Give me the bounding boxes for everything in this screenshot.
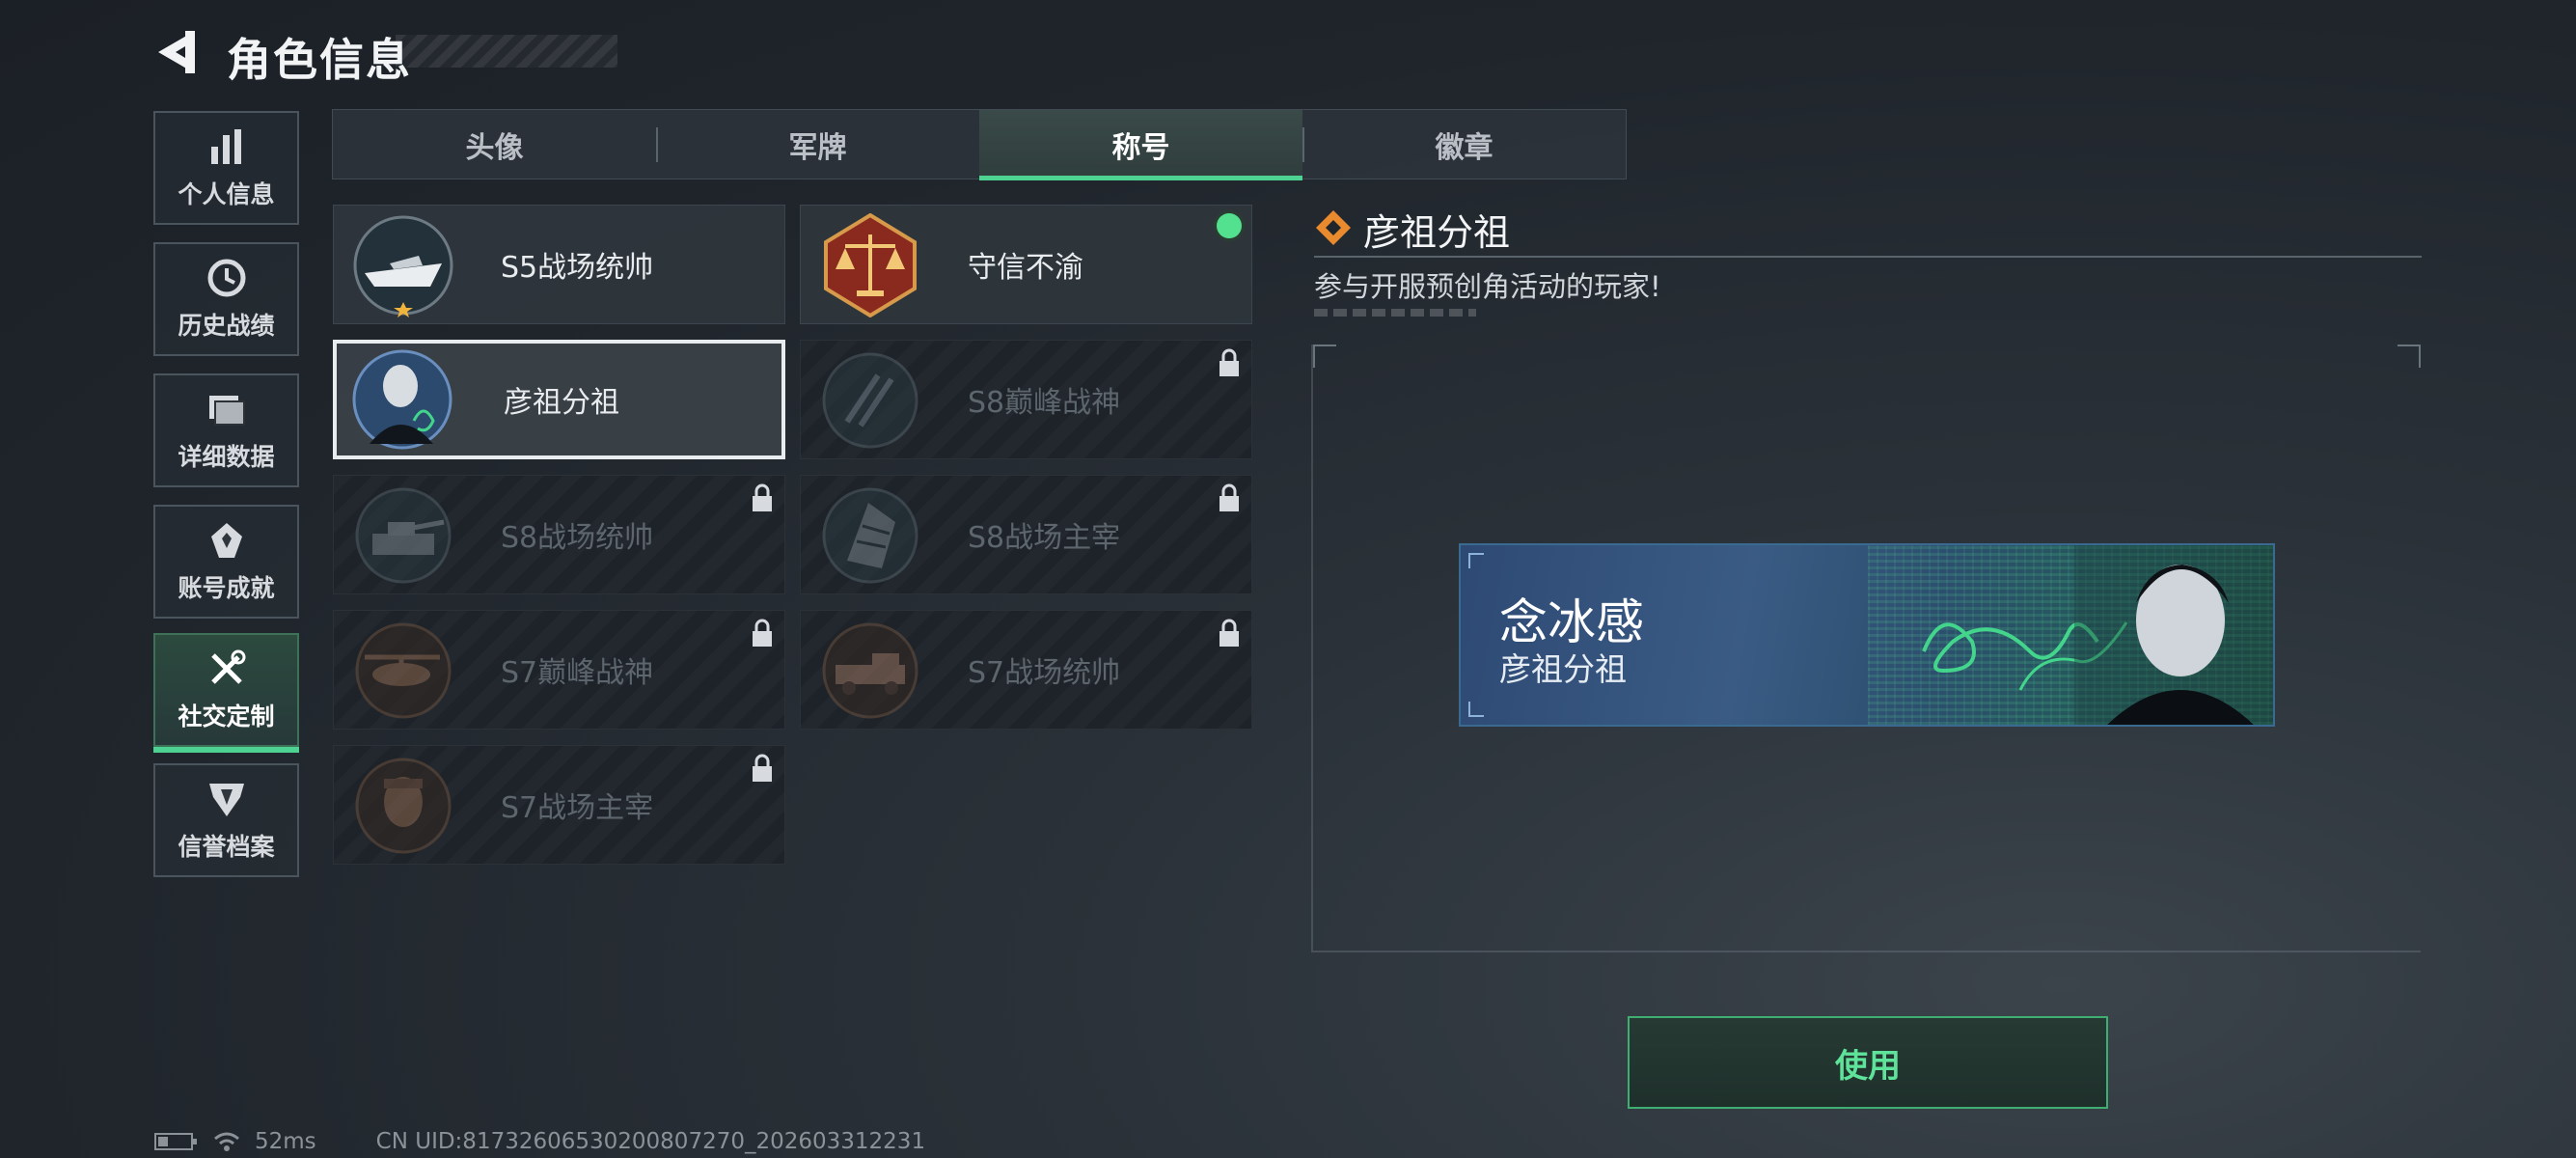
nav-item-social-custom[interactable]: 社交定制 (153, 633, 299, 753)
portrait-graphic (2074, 545, 2273, 725)
lock-icon (1219, 483, 1239, 511)
use-button[interactable]: 使用 (1628, 1016, 2108, 1109)
nav-item-history[interactable]: 历史战绩 (153, 242, 299, 356)
title-card[interactable]: S8巅峰战神 (800, 340, 1252, 459)
status-bar: 52ms CN UID:81732606530200807270_2026033… (154, 1129, 925, 1154)
title-name: 彦祖分祖 (504, 386, 619, 420)
shield-icon (208, 784, 244, 816)
folder-icon (208, 396, 245, 426)
detail-title: 彦祖分祖 (1363, 211, 1511, 254)
nav-item-label: 个人信息 (178, 180, 275, 208)
nav-item-label: 信誉档案 (178, 833, 275, 861)
nameplate-preview: 念冰感 彦祖分祖 (1459, 543, 2275, 727)
title-decoration (396, 35, 617, 68)
title-name: S7巅峰战神 (501, 656, 654, 690)
nav-item-label: 详细数据 (178, 443, 275, 471)
bar-chart-icon (210, 129, 241, 164)
title-name: S8战场统帅 (501, 521, 654, 555)
category-tabs: 头像 军牌 称号 徽章 (332, 109, 1627, 180)
title-card[interactable]: S5战场统帅 (333, 205, 785, 324)
detail-description: 参与开服预创角活动的玩家! (1314, 270, 1661, 303)
battery-icon (154, 1133, 197, 1150)
nav-item-label: 历史战绩 (178, 312, 275, 340)
nav-item-achievements[interactable]: 账号成就 (153, 505, 299, 619)
tools-icon (210, 649, 245, 684)
back-arrow-icon[interactable] (152, 27, 203, 77)
lock-icon (753, 754, 772, 782)
medal-icon (210, 523, 242, 558)
tank-emblem-icon (355, 487, 452, 584)
title-card[interactable]: S8战场统帅 (333, 475, 785, 594)
portrait-emblem-icon (352, 349, 452, 450)
soldier-emblem-icon (355, 758, 452, 854)
nav-item-label: 社交定制 (178, 703, 275, 731)
lock-icon (753, 483, 772, 511)
tab-title[interactable]: 称号 (979, 110, 1302, 180)
speedboat-emblem-icon (353, 215, 453, 317)
nav-item-label: 账号成就 (178, 574, 275, 602)
wifi-icon (214, 1132, 239, 1151)
title-card[interactable]: S7战场统帅 (800, 610, 1252, 730)
uid-text: CN UID:81732606530200807270_202603312231 (375, 1129, 926, 1154)
title-name: S8战场主宰 (968, 521, 1121, 555)
clock-icon (207, 259, 245, 297)
detail-subtext-placeholder (1314, 309, 1476, 317)
heli-emblem-icon (355, 622, 452, 719)
title-name: S7战场统帅 (968, 656, 1121, 690)
nav-item-personal-info[interactable]: 个人信息 (153, 111, 299, 225)
title-card[interactable]: 守信不渝 (800, 205, 1252, 324)
claw-emblem-icon (822, 352, 918, 449)
title-name: S5战场统帅 (501, 251, 654, 285)
title-card[interactable]: S7战场主宰 (333, 745, 785, 865)
latency-text: 52ms (255, 1129, 316, 1154)
diamond-icon (1316, 210, 1351, 245)
equipped-indicator (1217, 213, 1242, 238)
lock-icon (753, 619, 772, 647)
title-name: S8巅峰战神 (968, 386, 1121, 420)
nav-item-reputation[interactable]: 信誉档案 (153, 763, 299, 877)
lock-icon (1219, 348, 1239, 376)
tab-dog-tag[interactable]: 军牌 (656, 110, 979, 179)
title-name: S7战场主宰 (501, 791, 654, 825)
lock-icon (1219, 619, 1239, 647)
title-card[interactable]: 彦祖分祖 (333, 340, 785, 459)
tab-avatar[interactable]: 头像 (333, 110, 656, 179)
scales-emblem-icon (824, 213, 917, 317)
page-title: 角色信息 (227, 34, 412, 86)
truck-emblem-icon (822, 622, 918, 719)
tab-badge[interactable]: 徽章 (1302, 110, 1626, 179)
tower-emblem-icon (822, 487, 918, 584)
title-card[interactable]: S7巅峰战神 (333, 610, 785, 730)
banner-title: 彦祖分祖 (1499, 650, 1627, 688)
title-card[interactable]: S8战场主宰 (800, 475, 1252, 594)
title-name: 守信不渝 (968, 251, 1083, 285)
detail-divider (1314, 256, 2422, 258)
nav-item-detailed-data[interactable]: 详细数据 (153, 373, 299, 487)
